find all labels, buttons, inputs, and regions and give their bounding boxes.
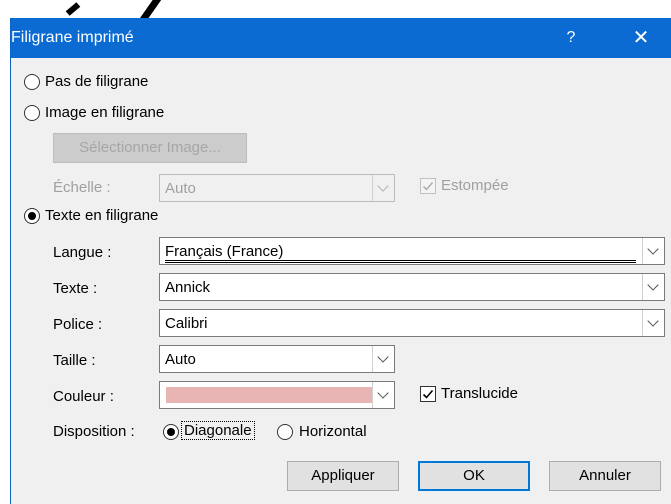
radio-horizontal[interactable]	[277, 424, 293, 440]
close-button[interactable]: ✕	[623, 18, 659, 58]
washout-checkbox[interactable]	[420, 178, 436, 194]
chevron-down-icon	[372, 346, 394, 372]
chevron-down-icon	[372, 382, 394, 408]
size-value: Auto	[165, 351, 196, 368]
font-select[interactable]: Calibri	[159, 309, 665, 337]
label-text-watermark[interactable]: Texte en filigrane	[45, 207, 158, 224]
watermark-dialog: Filigrane imprimé ? ✕ Pas de filigrane I…	[10, 18, 671, 504]
label-translucent[interactable]: Translucide	[441, 385, 518, 402]
radio-no-watermark[interactable]	[24, 74, 40, 90]
label-no-watermark[interactable]: Pas de filigrane	[45, 73, 148, 90]
color-select[interactable]	[159, 381, 395, 409]
text-select[interactable]: Annick	[159, 273, 665, 301]
cancel-button[interactable]: Annuler	[549, 461, 661, 491]
chevron-down-icon	[372, 175, 394, 201]
language-select[interactable]: Français (France)	[159, 237, 665, 265]
select-picture-button[interactable]: Sélectionner Image...	[53, 133, 247, 163]
decorative-stroke	[0, 0, 10, 504]
radio-text-watermark[interactable]	[24, 208, 40, 224]
radio-diagonal[interactable]	[163, 424, 179, 440]
label-color: Couleur :	[53, 388, 114, 405]
label-diagonal[interactable]: Diagonale	[181, 421, 255, 440]
label-scale: Échelle :	[53, 179, 111, 196]
label-font: Police :	[53, 316, 103, 333]
checkmark-icon	[422, 181, 434, 191]
label-text: Texte :	[53, 280, 98, 297]
label-picture-watermark[interactable]: Image en filigrane	[45, 104, 164, 121]
label-diagonal-text: Diagonale	[181, 421, 255, 440]
label-language: Langue :	[53, 244, 112, 261]
text-value: Annick	[165, 279, 211, 296]
label-size: Taille :	[53, 352, 96, 369]
radio-picture-watermark[interactable]	[24, 105, 40, 121]
chevron-down-icon	[642, 310, 664, 336]
chevron-down-icon	[642, 238, 664, 264]
scale-value: Auto	[165, 180, 196, 197]
translucent-checkbox[interactable]	[420, 386, 436, 402]
color-swatch	[166, 387, 372, 403]
help-button[interactable]: ?	[556, 18, 586, 58]
title-bar: Filigrane imprimé ? ✕	[11, 18, 671, 58]
label-horizontal[interactable]: Horizontal	[299, 423, 367, 440]
language-value: Français (France)	[165, 243, 636, 263]
chevron-down-icon	[642, 274, 664, 300]
font-value: Calibri	[165, 315, 208, 332]
scale-select[interactable]: Auto	[159, 174, 395, 202]
label-washout: Estompée	[441, 177, 509, 194]
size-select[interactable]: Auto	[159, 345, 395, 373]
checkmark-icon	[422, 389, 434, 399]
label-layout: Disposition :	[53, 423, 135, 440]
ok-button[interactable]: OK	[418, 461, 530, 491]
dialog-title: Filigrane imprimé	[11, 29, 134, 46]
decorative-stroke	[65, 2, 81, 16]
apply-button[interactable]: Appliquer	[287, 461, 399, 491]
